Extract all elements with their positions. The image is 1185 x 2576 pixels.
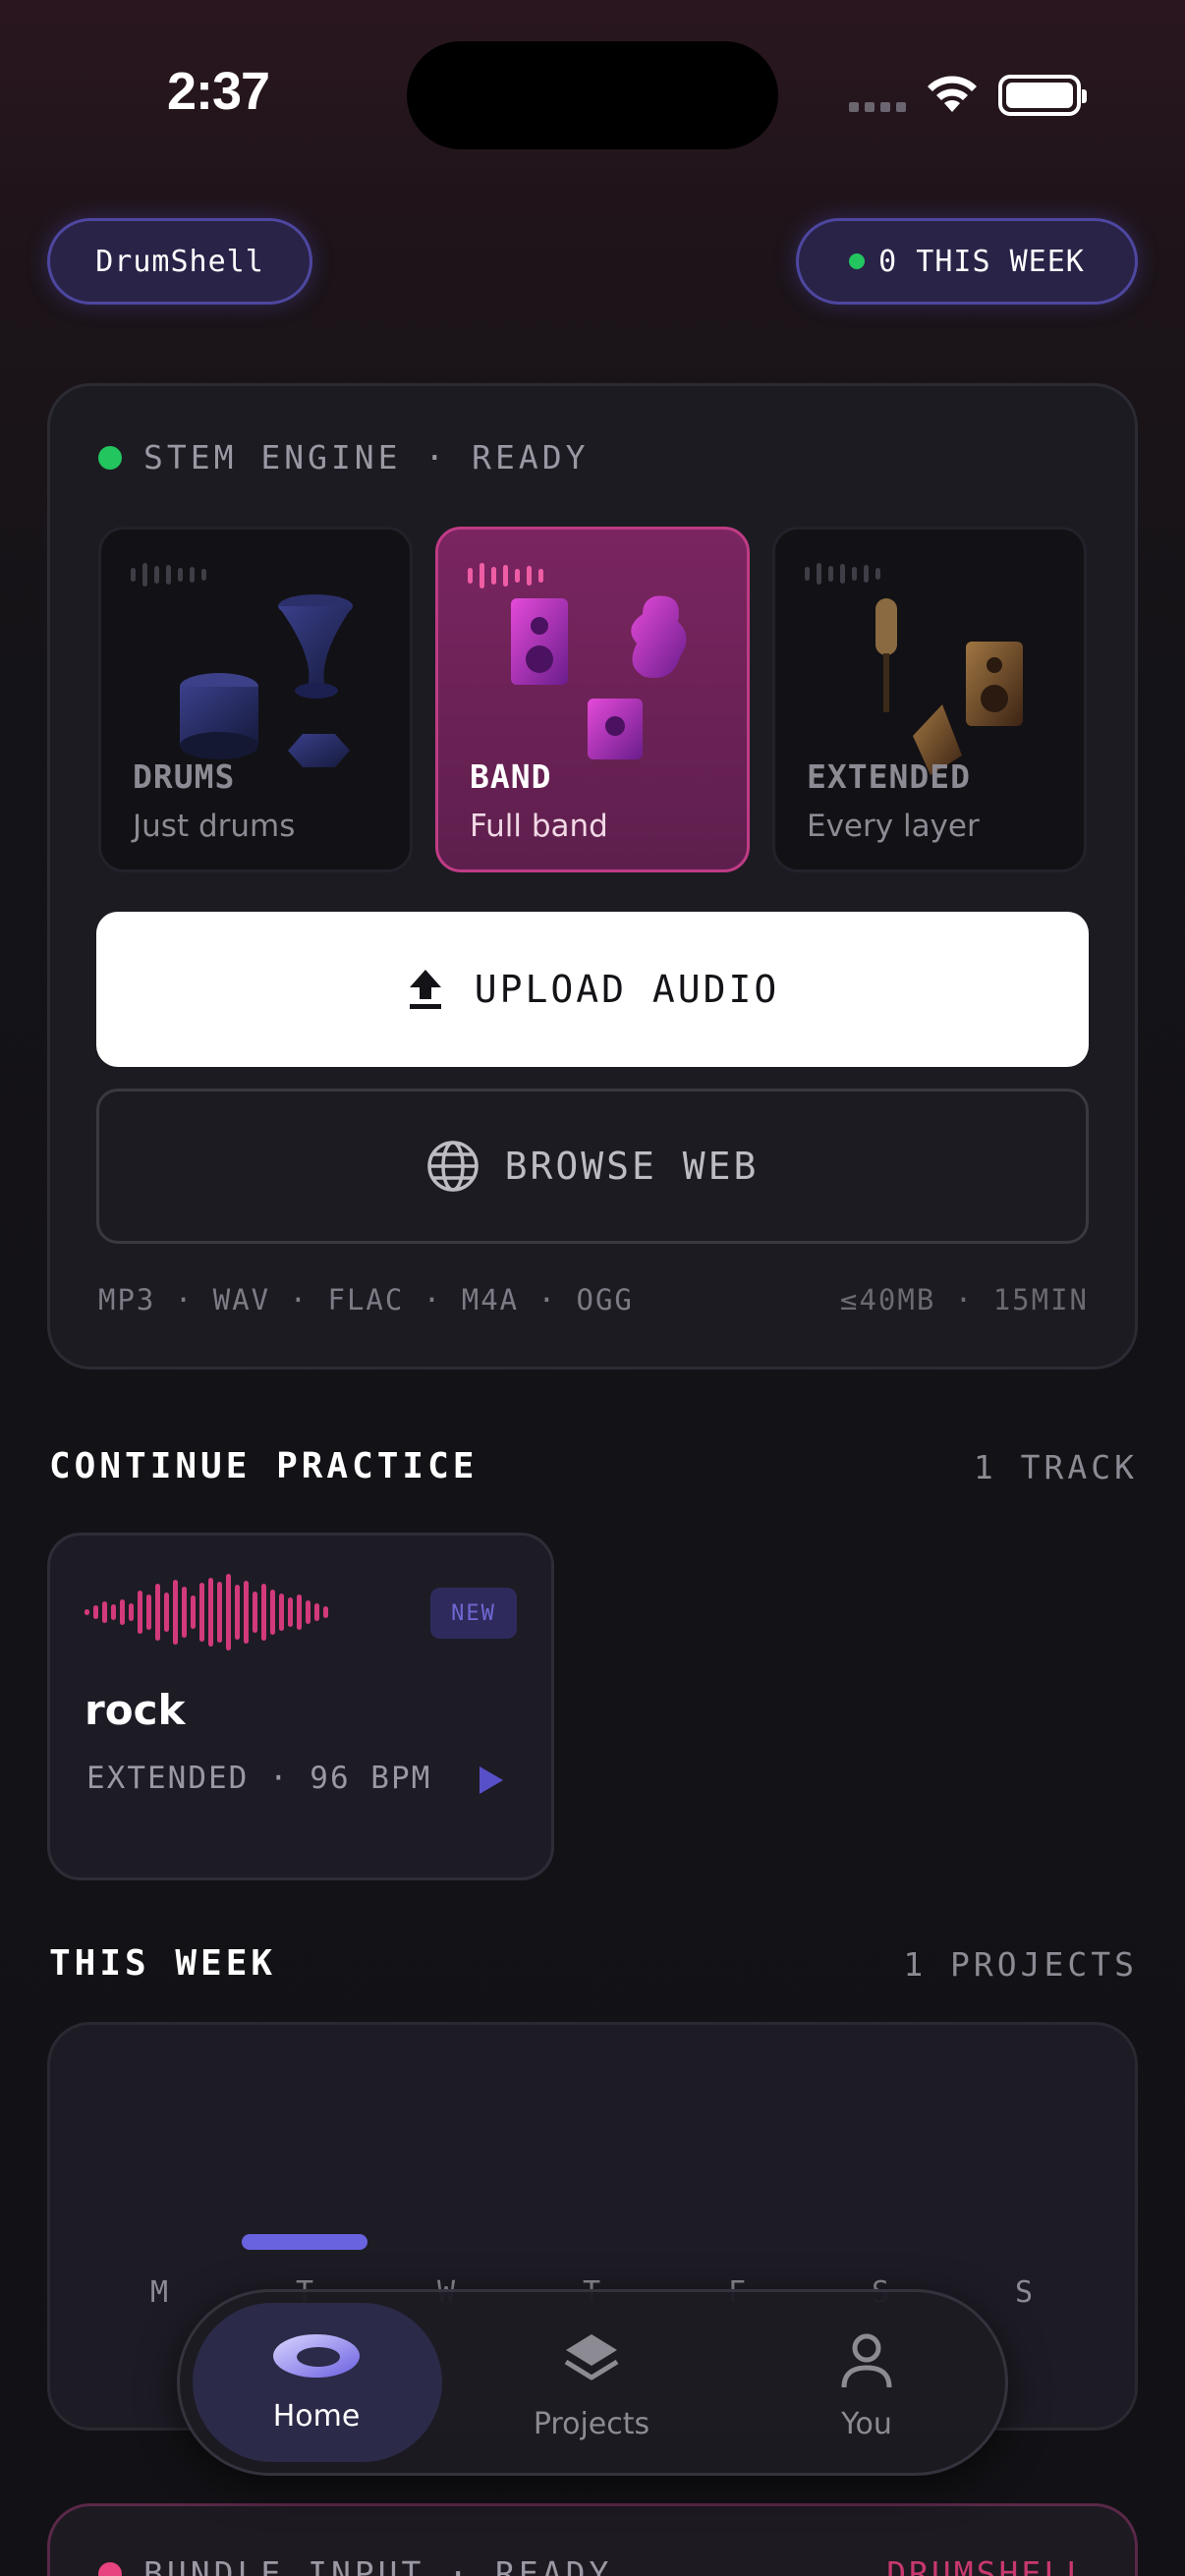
this-week-title: THIS WEEK bbox=[49, 1943, 277, 1984]
waveform-bar bbox=[244, 1581, 249, 1644]
tab-label: Projects bbox=[533, 2407, 650, 2441]
level-bars-icon bbox=[131, 563, 206, 587]
status-dot-icon bbox=[849, 253, 866, 269]
level-bars-icon bbox=[805, 563, 880, 585]
supported-formats: MP3 · WAV · FLAC · M4A · OGG bbox=[98, 1283, 634, 1316]
browse-web-label: BROWSE WEB bbox=[504, 1145, 760, 1188]
cellular-signal-icon bbox=[849, 102, 908, 114]
bundle-status: BUNDLE INPUT · READY bbox=[98, 2554, 612, 2576]
upload-audio-label: UPLOAD AUDIO bbox=[474, 968, 780, 1011]
waveform-bar bbox=[120, 1599, 125, 1625]
bundle-status-label: BUNDLE INPUT · READY bbox=[143, 2554, 613, 2576]
brand-pill[interactable]: DrumShell bbox=[47, 218, 312, 305]
continue-practice-title: CONTINUE PRACTICE bbox=[49, 1446, 479, 1486]
waveform-icon bbox=[85, 1572, 328, 1652]
waveform-bar bbox=[270, 1590, 275, 1635]
home-ring-icon bbox=[273, 2334, 360, 2378]
engine-status: STEM ENGINE · READY bbox=[98, 438, 590, 476]
waveform-bar bbox=[208, 1578, 213, 1647]
waveform-bar bbox=[261, 1584, 266, 1641]
mode-name: BAND bbox=[470, 757, 552, 796]
activity-bar bbox=[242, 2234, 367, 2250]
weekly-count-pill[interactable]: 0 THIS WEEK bbox=[796, 218, 1138, 305]
waveform-bar bbox=[111, 1604, 116, 1620]
waveform-bar bbox=[279, 1594, 284, 1631]
person-icon bbox=[841, 2333, 892, 2388]
waveform-bar bbox=[102, 1601, 107, 1623]
engine-status-label: STEM ENGINE · READY bbox=[143, 438, 590, 476]
waveform-bar bbox=[129, 1603, 134, 1621]
waveform-bar bbox=[173, 1580, 178, 1645]
track-name: rock bbox=[85, 1686, 186, 1734]
mode-drums[interactable]: DRUMS Just drums bbox=[98, 527, 413, 872]
tab-you[interactable]: You bbox=[768, 2319, 965, 2456]
extended-illustration-icon bbox=[875, 598, 1023, 775]
continue-practice-count: 1 TRACK bbox=[973, 1448, 1138, 1486]
bundle-brand: DRUMSHELL bbox=[886, 2554, 1089, 2576]
mode-description: Full band bbox=[470, 809, 608, 844]
waveform-bar bbox=[253, 1592, 257, 1633]
waveform-bar bbox=[155, 1584, 160, 1641]
waveform-bar bbox=[226, 1574, 231, 1651]
tab-label: Home bbox=[272, 2399, 361, 2434]
tab-label: You bbox=[841, 2407, 892, 2441]
dynamic-island bbox=[407, 41, 778, 149]
waveform-bar bbox=[235, 1585, 240, 1640]
battery-icon bbox=[998, 75, 1087, 116]
mode-description: Just drums bbox=[133, 809, 296, 844]
waveform-bar bbox=[182, 1587, 187, 1638]
upload-icon bbox=[409, 970, 441, 1009]
brand-label: DrumShell bbox=[95, 244, 264, 279]
waveform-bar bbox=[323, 1606, 328, 1618]
mode-description: Every layer bbox=[807, 809, 980, 844]
waveform-bar bbox=[199, 1583, 204, 1642]
band-illustration-icon bbox=[511, 595, 687, 759]
waveform-bar bbox=[85, 1609, 89, 1615]
day-label: M bbox=[149, 2275, 169, 2310]
upload-limits: ≤40MB · 15MIN bbox=[840, 1283, 1089, 1316]
track-meta: EXTENDED · 96 BPM bbox=[86, 1761, 432, 1796]
layers-icon bbox=[564, 2334, 619, 2380]
waveform-bar bbox=[138, 1591, 142, 1634]
this-week-count: 1 PROJECTS bbox=[903, 1945, 1138, 1984]
mode-band[interactable]: BAND Full band bbox=[435, 527, 750, 872]
tab-home[interactable]: Home bbox=[218, 2319, 415, 2456]
mode-extended[interactable]: EXTENDED Every layer bbox=[772, 527, 1087, 872]
waveform-bar bbox=[297, 1595, 302, 1630]
day-label: S bbox=[1014, 2275, 1034, 2310]
waveform-bar bbox=[217, 1582, 222, 1643]
waveform-bar bbox=[93, 1605, 98, 1619]
bundle-dot-icon bbox=[98, 2561, 122, 2576]
globe-icon bbox=[426, 1141, 479, 1192]
weekly-count-label: 0 THIS WEEK bbox=[878, 244, 1085, 279]
waveform-bar bbox=[288, 1597, 293, 1627]
level-bars-icon bbox=[468, 563, 543, 588]
new-badge: NEW bbox=[430, 1588, 517, 1639]
drums-illustration-icon bbox=[180, 594, 353, 767]
upload-audio-button[interactable]: UPLOAD AUDIO bbox=[96, 912, 1089, 1067]
waveform-bar bbox=[191, 1596, 196, 1629]
play-icon[interactable] bbox=[478, 1764, 505, 1796]
mode-name: DRUMS bbox=[133, 757, 236, 796]
status-time: 2:37 bbox=[167, 62, 270, 121]
tab-projects[interactable]: Projects bbox=[493, 2319, 690, 2456]
waveform-bar bbox=[164, 1593, 169, 1632]
waveform-bar bbox=[146, 1595, 151, 1630]
browse-web-button[interactable]: BROWSE WEB bbox=[96, 1089, 1089, 1244]
waveform-bar bbox=[314, 1603, 319, 1621]
ready-dot-icon bbox=[98, 445, 122, 470]
waveform-bar bbox=[306, 1600, 310, 1624]
mode-name: EXTENDED bbox=[807, 757, 971, 796]
wifi-icon bbox=[928, 76, 977, 112]
